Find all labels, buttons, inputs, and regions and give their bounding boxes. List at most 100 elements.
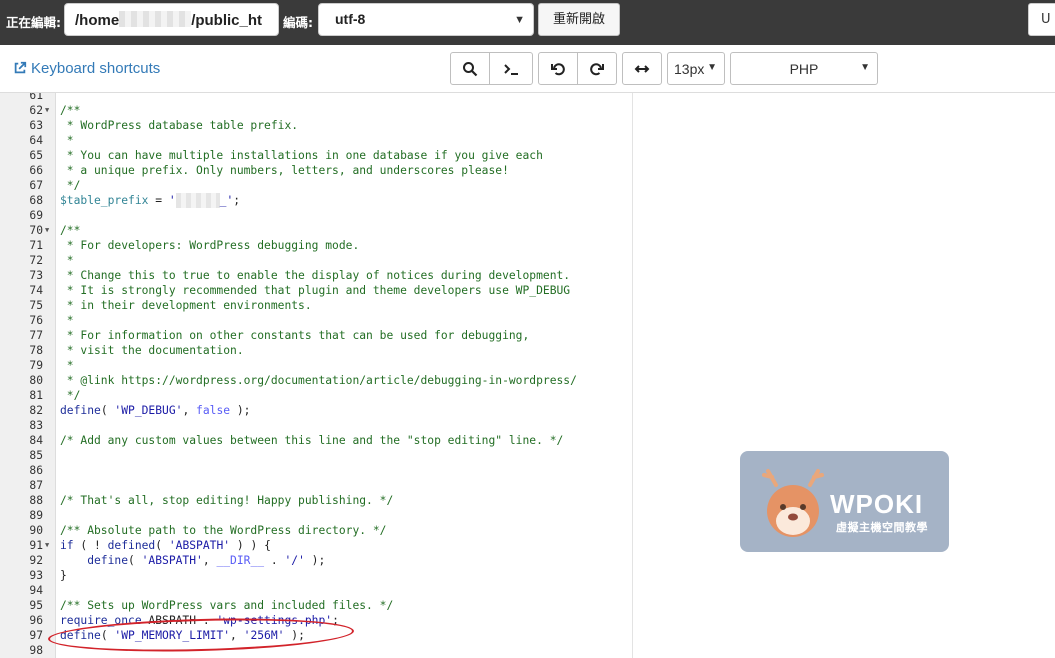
line-number: 68 bbox=[29, 194, 43, 207]
code-text: * It is strongly recommended that plugin… bbox=[60, 283, 570, 298]
code-line[interactable]: 93} bbox=[0, 568, 632, 583]
reopen-button[interactable]: 重新開啟 bbox=[538, 3, 620, 36]
code-text: } bbox=[60, 568, 67, 583]
code-line[interactable]: 91 ▼ if ( ! defined( 'ABSPATH' ) ) { bbox=[0, 538, 632, 553]
search-icon bbox=[463, 61, 478, 76]
code-text: * WordPress database table prefix. bbox=[60, 118, 298, 133]
code-text: /** bbox=[60, 223, 80, 238]
chevron-down-icon: ▼ bbox=[707, 62, 717, 73]
encoding-value: utf-8 bbox=[335, 11, 366, 27]
code-token: '/' bbox=[284, 554, 305, 567]
code-token: * WordPress database table prefix. bbox=[60, 119, 299, 132]
code-text: * a unique prefix. Only numbers, letters… bbox=[60, 163, 509, 178]
code-line[interactable]: 72 * bbox=[0, 253, 632, 268]
fold-toggle-icon[interactable]: ▼ bbox=[45, 223, 49, 238]
code-token: defined bbox=[107, 539, 156, 552]
line-number: 78 bbox=[29, 344, 43, 357]
editing-label: 正在編輯: bbox=[6, 15, 61, 30]
code-line[interactable]: 94 bbox=[0, 583, 632, 598]
code-line[interactable]: 78 * visit the documentation. bbox=[0, 343, 632, 358]
keyboard-shortcuts-link[interactable]: Keyboard shortcuts bbox=[13, 60, 160, 77]
code-token: , bbox=[182, 404, 197, 417]
code-line[interactable]: 79 * bbox=[0, 358, 632, 373]
undo-button[interactable] bbox=[538, 52, 578, 85]
code-token: _' bbox=[219, 194, 234, 207]
code-token: __DIR__ bbox=[216, 554, 265, 567]
code-line[interactable]: 89 bbox=[0, 508, 632, 523]
arrows-horizontal-icon bbox=[634, 64, 650, 73]
code-token: * It is strongly recommended that plugin… bbox=[60, 284, 571, 297]
encoding-select[interactable]: utf-8 ▼ bbox=[318, 3, 534, 36]
search-button[interactable] bbox=[450, 52, 490, 85]
code-line[interactable]: 75 * in their development environments. bbox=[0, 298, 632, 313]
code-line[interactable]: 71 * For developers: WordPress debugging… bbox=[0, 238, 632, 253]
code-line[interactable]: 68 $table_prefix = ' _'; bbox=[0, 193, 632, 208]
undo-icon bbox=[551, 62, 565, 75]
code-token: ( bbox=[128, 554, 142, 567]
code-token: * bbox=[60, 134, 74, 147]
font-size-value: 13px bbox=[674, 61, 705, 77]
line-number: 80 bbox=[29, 374, 43, 387]
code-line[interactable]: 82 define( 'WP_DEBUG', false ); bbox=[0, 403, 632, 418]
code-line[interactable]: 66 * a unique prefix. Only numbers, lett… bbox=[0, 163, 632, 178]
wrap-toggle-button[interactable] bbox=[622, 52, 662, 85]
code-line[interactable]: 83 bbox=[0, 418, 632, 433]
code-line[interactable]: 76 * bbox=[0, 313, 632, 328]
line-number: 71 bbox=[29, 239, 43, 252]
code-line[interactable]: 85 bbox=[0, 448, 632, 463]
code-token: , bbox=[202, 554, 217, 567]
code-line[interactable]: 67 */ bbox=[0, 178, 632, 193]
code-token: 'ABSPATH' bbox=[168, 539, 231, 552]
code-line[interactable]: 69 bbox=[0, 208, 632, 223]
code-line[interactable]: 84 /* Add any custom values between this … bbox=[0, 433, 632, 448]
code-line[interactable]: 95 /** Sets up WordPress vars and include… bbox=[0, 598, 632, 613]
chevron-down-icon: ▼ bbox=[860, 62, 870, 73]
code-line[interactable]: 81 */ bbox=[0, 388, 632, 403]
language-select[interactable]: PHP ▼ bbox=[730, 52, 878, 85]
code-text: * bbox=[60, 313, 74, 328]
deer-mascot-logo bbox=[762, 469, 824, 537]
line-number: 93 bbox=[29, 569, 43, 582]
line-number: 61 bbox=[29, 93, 43, 102]
code-text: define( 'WP_DEBUG', false ); bbox=[60, 403, 250, 418]
editor-toolbar: Keyboard shortcuts 13px ▼ PHP ▼ bbox=[0, 45, 1055, 93]
code-line[interactable]: 90 /** Absolute path to the WordPress dir… bbox=[0, 523, 632, 538]
fold-toggle-icon[interactable]: ▼ bbox=[45, 538, 49, 553]
code-line[interactable]: 87 bbox=[0, 478, 632, 493]
code-line[interactable]: 86 bbox=[0, 463, 632, 478]
code-line[interactable]: 73 * Change this to true to enable the d… bbox=[0, 268, 632, 283]
line-number: 74 bbox=[29, 284, 43, 297]
code-text: * in their development environments. bbox=[60, 298, 312, 313]
code-token: /* Add any custom values between this li… bbox=[60, 434, 564, 447]
code-line[interactable]: 77 * For information on other constants … bbox=[0, 328, 632, 343]
line-number: 97 bbox=[29, 629, 43, 642]
user-button[interactable]: U bbox=[1028, 3, 1055, 36]
line-number: 85 bbox=[29, 449, 43, 462]
code-line[interactable]: 74 * It is strongly recommended that plu… bbox=[0, 283, 632, 298]
code-line[interactable]: 65 * You can have multiple installations… bbox=[0, 148, 632, 163]
line-number: 84 bbox=[29, 434, 43, 447]
pane-divider[interactable] bbox=[632, 93, 633, 658]
code-line[interactable]: 62 ▼ /** bbox=[0, 103, 632, 118]
code-token: /** bbox=[60, 224, 81, 237]
go-to-line-button[interactable] bbox=[489, 52, 533, 85]
code-line[interactable]: 61 bbox=[0, 93, 632, 103]
code-editor[interactable]: 61 62 ▼/** 63 * WordPress database table pr… bbox=[0, 93, 632, 658]
watermark-subtitle: 虛擬主機空間教學 bbox=[836, 521, 928, 534]
code-token: * bbox=[60, 359, 74, 372]
redacted-prefix bbox=[175, 193, 220, 208]
code-line[interactable]: 92 define( 'ABSPATH', __DIR__ . '/' ); bbox=[0, 553, 632, 568]
redo-button[interactable] bbox=[577, 52, 617, 85]
font-size-select[interactable]: 13px ▼ bbox=[667, 52, 725, 85]
fold-toggle-icon[interactable]: ▼ bbox=[45, 103, 49, 118]
code-line[interactable]: 88 /* That's all, stop editing! Happy pub… bbox=[0, 493, 632, 508]
code-token: ); bbox=[304, 554, 326, 567]
code-line[interactable]: 80 * @link https://wordpress.org/documen… bbox=[0, 373, 632, 388]
code-content[interactable]: 61 62 ▼/** 63 * WordPress database table pr… bbox=[0, 93, 632, 658]
code-line[interactable]: 63 * WordPress database table prefix. bbox=[0, 118, 632, 133]
code-line[interactable]: 64 * bbox=[0, 133, 632, 148]
code-token: if bbox=[60, 539, 74, 552]
code-line[interactable]: 70 ▼ /** bbox=[0, 223, 632, 238]
line-number: 98 bbox=[29, 644, 43, 657]
file-path-field[interactable]: /home/public_ht bbox=[64, 3, 279, 36]
